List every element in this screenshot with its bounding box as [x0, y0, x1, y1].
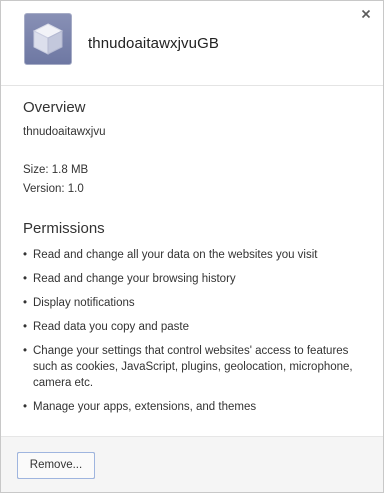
permission-label: Change your settings that control websit…: [33, 345, 353, 389]
cube-icon: [24, 13, 72, 65]
bullet-icon: •: [23, 321, 28, 333]
permissions-heading: Permissions: [23, 220, 105, 237]
overview-heading: Overview: [23, 99, 86, 116]
permission-label: Display notifications: [33, 297, 135, 309]
permission-item: • Manage your apps, extensions, and them…: [23, 399, 363, 415]
dialog-content: Overview thnudoaitawxjvu Size: 1.8 MB Ve…: [1, 86, 383, 436]
permission-label: Manage your apps, extensions, and themes: [33, 401, 257, 413]
permission-item: • Read data you copy and paste: [23, 319, 363, 335]
permission-label: Read and change all your data on the web…: [33, 249, 318, 261]
extension-name: thnudoaitawxjvuGB: [88, 35, 219, 52]
bullet-icon: •: [23, 249, 28, 261]
bullet-icon: •: [23, 297, 28, 309]
bullet-icon: •: [23, 345, 28, 357]
extension-description: thnudoaitawxjvu: [23, 126, 106, 138]
permissions-list: • Read and change all your data on the w…: [23, 247, 363, 423]
remove-button[interactable]: Remove...: [17, 452, 95, 479]
dialog-header: thnudoaitawxjvuGB: [1, 1, 383, 85]
permission-item: • Read and change your browsing history: [23, 271, 363, 287]
dialog-footer: Remove...: [1, 436, 383, 492]
permission-item: • Read and change all your data on the w…: [23, 247, 363, 263]
permission-item: • Display notifications: [23, 295, 363, 311]
bullet-icon: •: [23, 401, 28, 413]
permission-label: Read data you copy and paste: [33, 321, 190, 333]
extension-details-dialog: thnudoaitawxjvuGB Overview thnudoaitawxj…: [0, 0, 384, 493]
bullet-icon: •: [23, 273, 28, 285]
permission-label: Read and change your browsing history: [33, 273, 236, 285]
extension-size: Size: 1.8 MB: [23, 164, 89, 176]
extension-version: Version: 1.0: [23, 183, 84, 195]
close-icon[interactable]: [359, 7, 373, 21]
permission-item: • Change your settings that control webs…: [23, 343, 363, 391]
